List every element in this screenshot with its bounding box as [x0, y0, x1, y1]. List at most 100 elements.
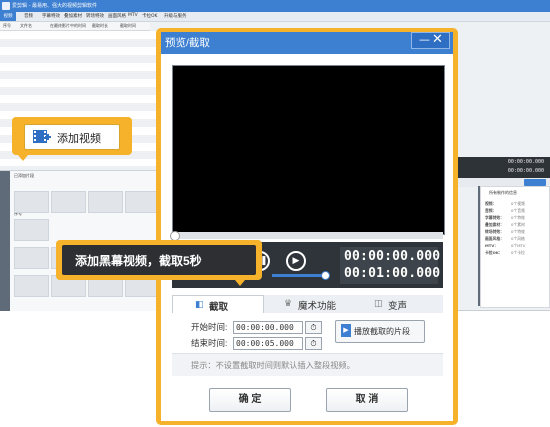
mini-current-time: 00:00:00.000 [507, 159, 544, 165]
info-key: 视频： [485, 201, 497, 206]
gallery-tile[interactable] [14, 275, 49, 297]
gallery-tile[interactable] [14, 191, 49, 213]
project-info-panel: 所有制作的信息 视频： 0个视频 音频： 0个音频 字幕特效： 0个特效 叠加素材： 0… [480, 186, 550, 308]
total-time: 00:01:00.000 [344, 266, 441, 281]
menu-item-style[interactable]: 画面风格 [108, 13, 126, 19]
tab-cut-label: 截取 [209, 302, 229, 313]
time-display: 00:00:00.000 00:01:00.000 [340, 247, 441, 284]
info-panel-title: 所有制作的信息 [489, 190, 517, 195]
info-row: 音频： 0个音频 [485, 208, 545, 214]
cancel-button[interactable]: 取 消 [326, 388, 408, 412]
info-key: 音频： [485, 208, 497, 213]
info-value: 0个素材 [511, 222, 525, 227]
column-filename: 文件名 [20, 23, 32, 28]
info-key: 字幕特效： [485, 215, 504, 220]
mini-total-time: 00:00:00.000 [507, 168, 544, 174]
info-value: 0个卡拉 [511, 250, 525, 255]
add-video-label: 添加视频 [57, 133, 101, 145]
clip-table-header: 序号 文件名 在最终影片中的时间 截取时长 截取时间 [0, 22, 150, 31]
instruction-text: 添加黑幕视频，截取5秒 [75, 254, 202, 268]
info-row: 视频： 0个视频 [485, 201, 545, 207]
cut-form: 开始时间: 00:00:00.000 ⏱ 结束时间: 00:00:05.000 … [172, 313, 443, 353]
volume-handle[interactable] [321, 271, 330, 280]
info-row: 卡拉OK： 0个卡拉 [485, 250, 545, 256]
hint-text: 提示：不设置截取时间则默认插入整段视频。 [191, 361, 355, 370]
seek-bar[interactable] [170, 231, 443, 241]
cut-tab-icon: ◧ [195, 300, 204, 310]
play-icon: ▶ [341, 324, 351, 337]
end-time-input[interactable]: 00:00:05.000 [233, 337, 303, 350]
info-key: MTV： [485, 243, 499, 248]
tab-magic-label: 魔术功能 [298, 301, 337, 312]
add-video-button[interactable]: 添加视频 [24, 124, 120, 150]
info-key: 卡拉OK： [485, 250, 503, 255]
export-video-button[interactable]: 导出视频 [524, 179, 546, 195]
menu-item-overlay[interactable]: 叠加素材 [64, 13, 82, 19]
voice-tab-icon: ◫ [374, 299, 383, 309]
current-time: 00:00:00.000 [344, 249, 441, 264]
video-preview [172, 65, 445, 235]
ok-button[interactable]: 确 定 [209, 388, 291, 412]
info-key: 转场特效： [485, 229, 504, 234]
end-time-label: 结束时间: [191, 338, 228, 348]
column-cut-time: 截取时间 [120, 23, 136, 28]
hint-bar: 提示：不设置截取时间则默认插入整段视频。 [172, 353, 443, 376]
menu-item-audio[interactable]: 音频 [24, 13, 33, 19]
menu-item-karaoke[interactable]: 卡拉OK [142, 13, 158, 19]
gallery-tile[interactable] [51, 191, 86, 213]
tab-magic[interactable]: ♛ 魔术功能 [262, 295, 352, 313]
column-time-in-movie: 在最终影片中的时间 [50, 23, 86, 28]
gallery-side-tab[interactable] [0, 171, 10, 311]
dialog-tabs: ◧ 截取 ♛ 魔术功能 ◫ 变声 [172, 295, 443, 314]
app-title: 爱剪辑 - 最易用、强大的视频剪辑软件 [12, 3, 97, 9]
window-controls: — ✕ [411, 32, 450, 49]
preview-cut-dialog: 预览/截取 — ✕ ⌄ ❚❚ ▶ 00:00:00.000 00:01:00.0… [161, 32, 453, 421]
info-value: 0个特效 [511, 229, 525, 234]
dialog-title-bar: 预览/截取 — ✕ [161, 32, 453, 54]
column-index: 序号 [3, 23, 11, 28]
film-plus-icon [33, 130, 51, 143]
callout-pointer [18, 155, 28, 161]
info-row: MTV： 0个MTV [485, 243, 545, 249]
gallery-tile[interactable] [14, 219, 49, 241]
info-row: 画面风格： 0个风格 [485, 236, 545, 242]
start-time-input[interactable]: 00:00:00.000 [233, 321, 303, 334]
info-row: 叠加素材： 0个素材 [485, 222, 545, 228]
play-cut-segment-button[interactable]: ▶ 播放截取的片段 [335, 320, 425, 343]
start-clock-icon[interactable]: ⏱ [305, 321, 322, 334]
info-value: 0个风格 [511, 236, 525, 241]
info-value: 0个音频 [511, 208, 525, 213]
next-frame-icon[interactable]: ▶ [286, 251, 306, 271]
app-logo-icon [2, 2, 10, 10]
app-title-bar: 爱剪辑 - 最易用、强大的视频剪辑软件 [0, 0, 550, 12]
close-button[interactable]: ✕ [432, 33, 443, 47]
gallery-tile[interactable] [88, 191, 123, 213]
menu-item-transition[interactable]: 转场特效 [86, 13, 104, 19]
instruction-pointer [235, 280, 245, 286]
mini-player-timebar: 00:00:00.000 00:00:00.000 [458, 157, 550, 178]
info-row: 转场特效： 0个特效 [485, 229, 545, 235]
magic-tab-icon: ♛ [284, 299, 293, 309]
tab-voice-change[interactable]: ◫ 变声 [352, 295, 442, 313]
instruction-callout: 添加黑幕视频，截取5秒 [56, 240, 262, 280]
info-key: 画面风格： [485, 236, 504, 241]
gallery-tile[interactable] [125, 191, 160, 213]
gallery-tile[interactable] [14, 247, 49, 269]
end-clock-icon[interactable]: ⏱ [305, 337, 322, 350]
app-menu-bar: 视频 音频 字幕特效 叠加素材 转场特效 画面风格 MTV 卡拉OK 升级与服务 [0, 12, 550, 22]
add-video-callout: 添加视频 [12, 117, 132, 155]
play-cut-label: 播放截取的片段 [354, 327, 410, 336]
menu-item-mtv[interactable]: MTV [128, 13, 138, 18]
volume-slider[interactable] [272, 271, 330, 280]
tab-cut[interactable]: ◧ 截取 [172, 295, 264, 314]
gallery-tab-label: 已添加片段 [14, 173, 34, 178]
minimize-button[interactable]: — [419, 34, 430, 46]
info-key: 叠加素材： [485, 222, 504, 227]
menu-item-subtitle[interactable]: 字幕特效 [42, 13, 60, 19]
info-value: 0个特效 [511, 215, 525, 220]
column-duration: 截取时长 [92, 23, 108, 28]
info-value: 0个视频 [511, 201, 525, 206]
menu-item-upgrade[interactable]: 升级与服务 [164, 13, 187, 19]
start-time-label: 开始时间: [191, 322, 228, 332]
menu-item-video[interactable]: 视频 [0, 12, 16, 21]
